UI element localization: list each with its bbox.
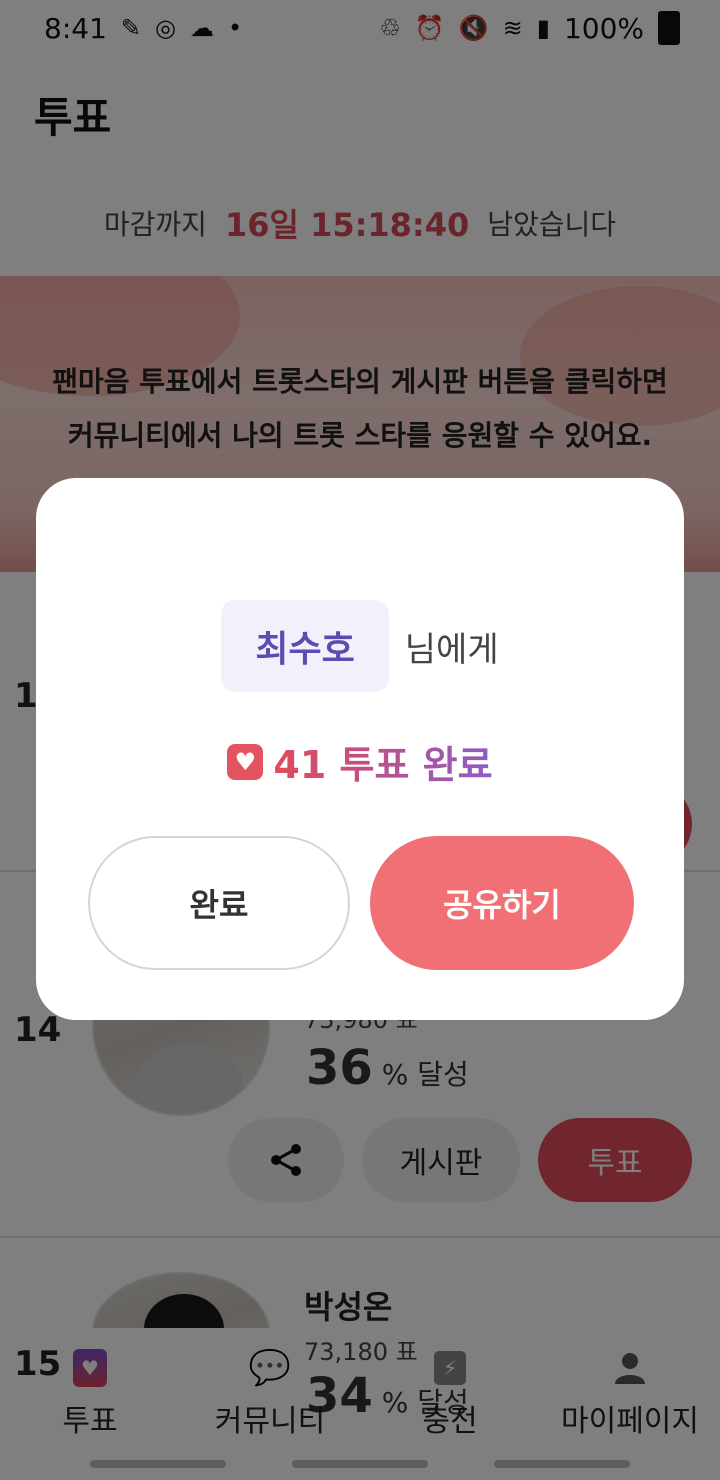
recipient-name: 최수호	[221, 600, 389, 692]
heart-icon: ♥	[227, 743, 264, 780]
vote-complete-dialog: 최수호 님에게 ♥ 41 투표 완료 완료 공유하기	[36, 478, 684, 1020]
recipient-suffix: 님에게	[404, 629, 499, 670]
vote-result-text: 41 투표 완료	[273, 734, 492, 789]
share-button[interactable]: 공유하기	[370, 836, 634, 970]
vote-result-row: ♥ 41 투표 완료	[36, 734, 684, 789]
status-scrim	[0, 0, 720, 56]
done-button[interactable]: 완료	[88, 836, 350, 970]
recipient-row: 최수호 님에게	[36, 600, 684, 692]
